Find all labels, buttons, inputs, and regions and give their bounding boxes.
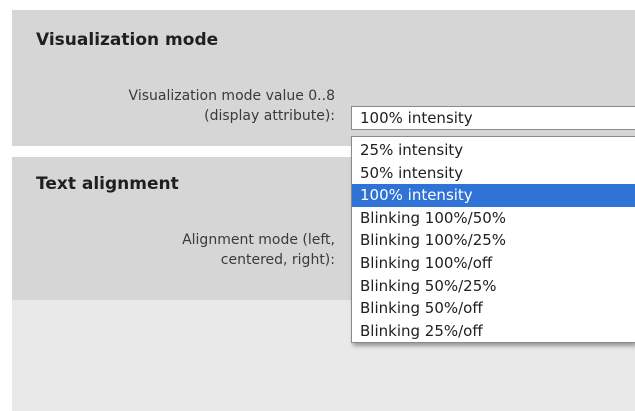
alignment-mode-label-line1: Alignment mode (left, (182, 232, 335, 248)
text-alignment-title: Text alignment (36, 174, 179, 194)
dropdown-option[interactable]: Blinking 100%/50% (352, 207, 635, 230)
dropdown-option[interactable]: 50% intensity (352, 162, 635, 185)
alignment-mode-label-line2: centered, right): (220, 252, 335, 268)
visualization-mode-label-line1: Visualization mode value 0..8 (128, 88, 335, 104)
dropdown-option[interactable]: Blinking 50%/off (352, 297, 635, 320)
visualization-mode-title: Visualization mode (36, 30, 219, 50)
visualization-mode-dropdown-list: 25% intensity 50% intensity 100% intensi… (351, 136, 635, 343)
dropdown-option[interactable]: Blinking 25%/off (352, 320, 635, 343)
alignment-mode-label: Alignment mode (left, centered, right): (182, 230, 335, 270)
dropdown-option[interactable]: 25% intensity (352, 139, 635, 162)
visualization-mode-select[interactable]: 100% intensity (351, 106, 635, 130)
properties-view: Visualization mode Visualization mode va… (0, 0, 635, 411)
dropdown-option[interactable]: Blinking 50%/25% (352, 275, 635, 298)
visualization-mode-label-line2: (display attribute): (204, 108, 335, 124)
dropdown-option-selected[interactable]: 100% intensity (352, 184, 635, 207)
visualization-mode-label: Visualization mode value 0..8 (display a… (129, 86, 335, 126)
dropdown-option[interactable]: Blinking 100%/25% (352, 229, 635, 252)
dropdown-option[interactable]: Blinking 100%/off (352, 252, 635, 275)
